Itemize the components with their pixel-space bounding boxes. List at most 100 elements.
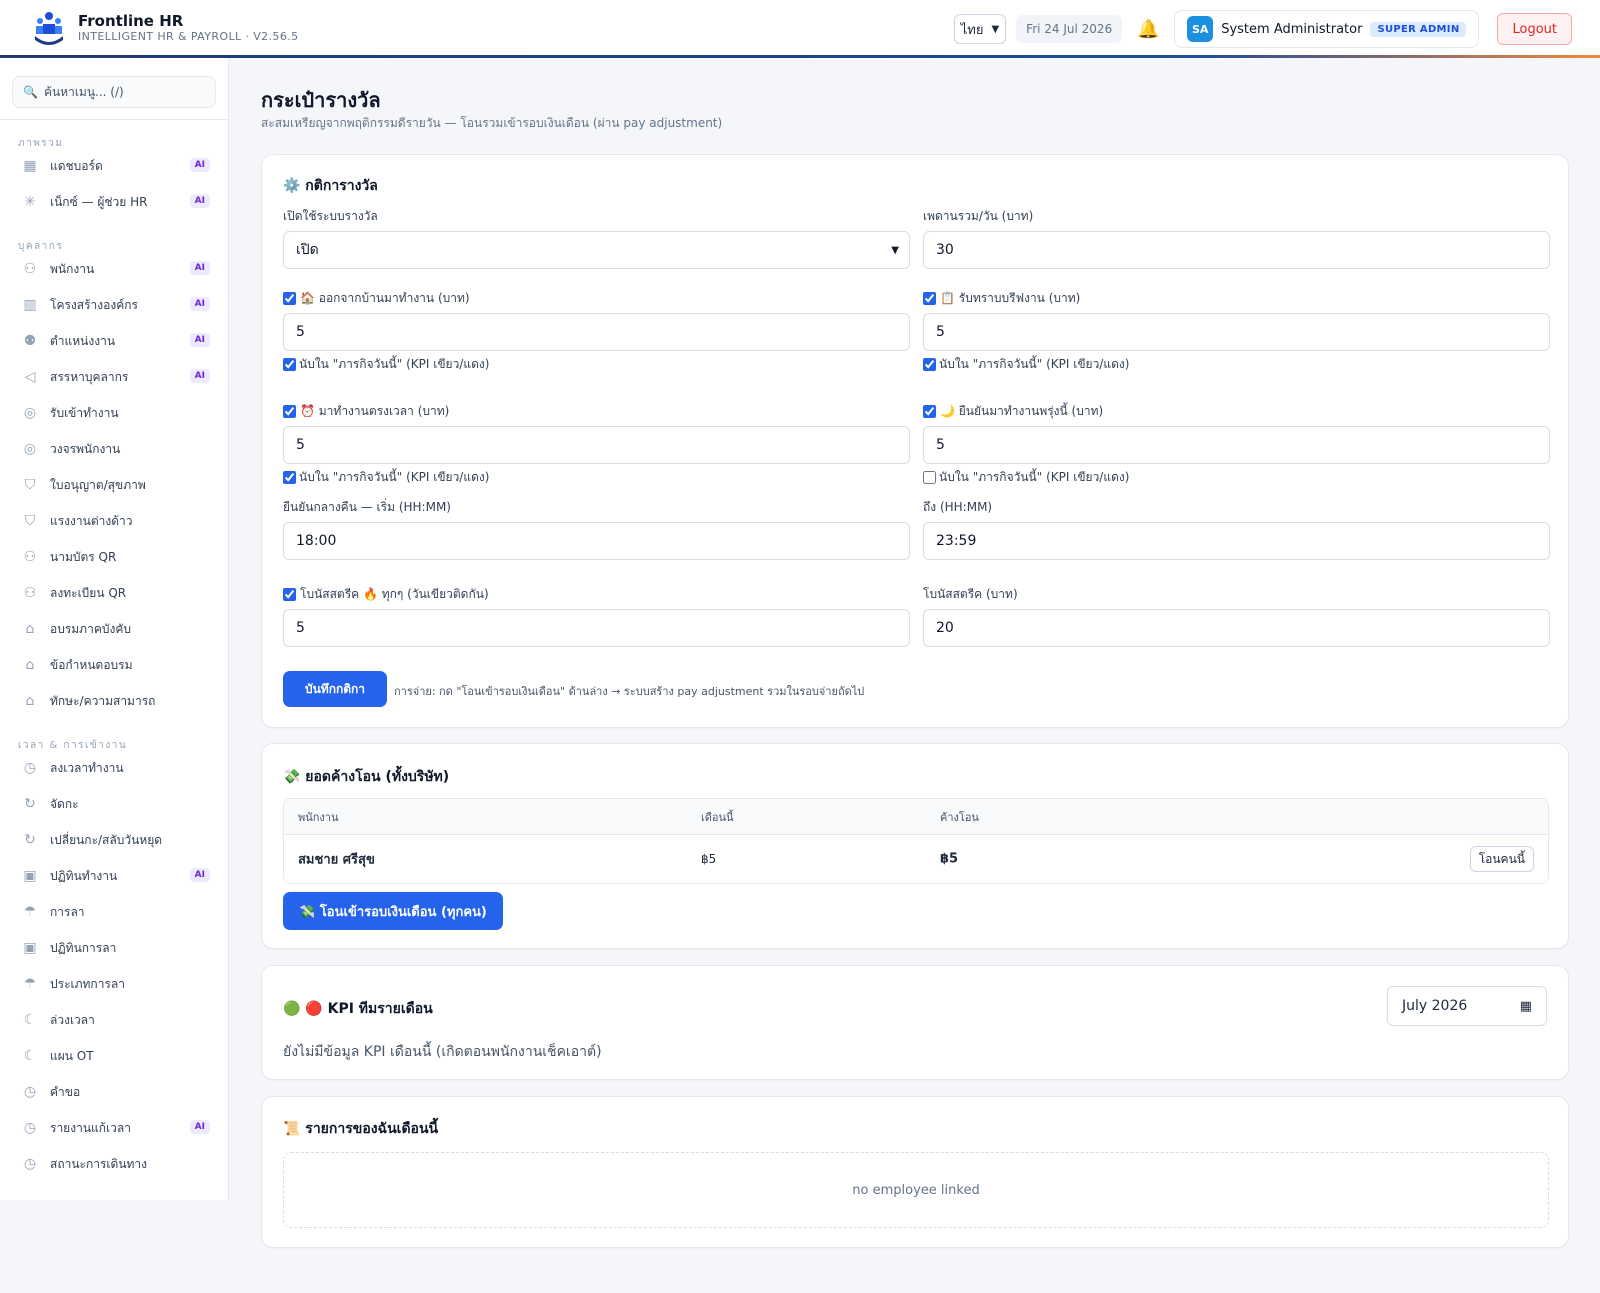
sidebar-item[interactable]: ▥ โครงสร้างองค์กร AI [0,287,228,323]
sidebar-item[interactable]: ◷ ลงเวลาทำงาน [0,750,228,786]
kpi-count-label: นับใน "ภารกิจวันนี้" (KPI เขียว/แดง) [299,356,490,371]
sidebar-item[interactable]: ⚇ นามบัตร QR [0,539,228,575]
ontime-input[interactable]: 5 [283,426,910,464]
umbrella-icon: ☂ [23,976,37,992]
clock-icon: ◷ [23,1156,37,1172]
sidebar-item[interactable]: ▣ ปฏิทินทำงาน AI [0,858,228,894]
sidebar-item[interactable]: ⚇ พนักงาน AI [0,251,228,287]
sidebar-item[interactable]: ⌂ ข้อกำหนดอบรม [0,647,228,683]
date-chip: Fri 24 Jul 2026 [1016,15,1123,43]
graduation-cap-icon: ⌂ [25,657,35,673]
grid-icon: ▦ [23,158,37,174]
sidebar-divider [0,119,228,120]
sidebar-section-title: ภาพรวม [18,138,64,149]
confirm-tomorrow-kpi-checkbox[interactable] [923,470,936,484]
sidebar-item[interactable]: ▦ แดชบอร์ด AI [0,148,228,184]
ontime-checkbox[interactable] [283,404,296,418]
confirm-tomorrow-input[interactable]: 5 [923,426,1550,464]
streak-checkbox[interactable] [283,587,296,601]
streak-every-input[interactable]: 5 [283,609,910,647]
sidebar-item[interactable]: ▣ ปฏิทินการลา [0,930,228,966]
sidebar-item[interactable]: ◎ วงจรพนักงาน [0,431,228,467]
sidebar-item-label: แผน OT [50,1048,94,1063]
enable-field: เปิดใช้ระบบรางวัล เปิด ▼ [283,207,910,269]
column-month: เดือนนี้ [701,810,734,824]
confirm-tomorrow-checkbox[interactable] [923,404,936,418]
ai-badge: AI [189,194,210,208]
sidebar-item-label: สถานะการเดินทาง [50,1156,148,1171]
calendar-icon: ▣ [23,940,37,956]
column-pending: ค้างโอน [940,810,979,824]
briefing-label: 📋 รับทราบบรีฟงาน (บาท) [940,290,1081,305]
streak-bonus-label: โบนัสสตรีค (บาท) [923,586,1018,601]
sidebar-item[interactable]: ◷ รายงานแก้เวลา AI [0,1110,228,1146]
sidebar-item[interactable]: ☾ ล่วงเวลา [0,1002,228,1038]
ontime-field: ⏰ มาทำงานตรงเวลา (บาท) 5 นับใน "ภารกิจวั… [283,402,910,484]
chevron-down-icon: ▼ [991,23,1000,35]
sidebar-item[interactable]: ⚇ ลงทะเบียน QR [0,575,228,611]
sidebar-item[interactable]: ⌂ ทักษะ/ความสามารถ [0,683,228,719]
employee-name: สมชาย ศรีสุข [298,852,375,868]
cap-input[interactable]: 30 [923,231,1550,269]
night-end-label: ถึง (HH:MM) [923,499,993,514]
confirm-tomorrow-label: 🌙 ยืนยันมาทำงานพรุ่งนี้ (บาท) [940,403,1104,418]
streak-bonus-input[interactable]: 20 [923,609,1550,647]
ontime-kpi-checkbox[interactable] [283,470,296,484]
sidebar-item[interactable]: ☂ ประเภทการลา [0,966,228,1002]
sidebar-item[interactable]: ✳ เน็กซ์ — ผู้ช่วย HR AI [0,184,228,220]
bell-icon[interactable]: 🔔 [1132,13,1164,45]
sidebar-item-label: เน็กซ์ — ผู้ช่วย HR [50,194,148,209]
sidebar-item[interactable]: ◷ สถานะการเดินทาง [0,1146,228,1182]
frontline-logo [35,12,63,45]
sidebar-item-label: ล่วงเวลา [50,1012,95,1027]
sidebar-item[interactable]: ⛉ แรงงานต่างด้าว [0,503,228,539]
pending-table: พนักงาน เดือนนี้ ค้างโอน สมชาย ศรีสุข ฿5… [283,798,1549,884]
transfer-one-button[interactable]: โอนคนนี้ [1469,846,1534,872]
sidebar-item[interactable]: ◷ คำขอ [0,1074,228,1110]
night-start-input[interactable]: 18:00 [283,522,910,560]
sidebar-section-title: บุคลากร [18,241,64,252]
save-rules-button[interactable]: บันทึกกติกา [283,671,387,707]
page-title: กระเป๋ารางวัล [261,88,381,112]
my-items-empty: no employee linked [283,1152,1549,1228]
ai-badge: AI [189,297,210,311]
sidebar-item[interactable]: ⚉ ตำแหน่งงาน AI [0,323,228,359]
calendar-icon: ▦ [1519,998,1532,1014]
sidebar-item[interactable]: ↻ เปลี่ยนกะ/สลับวันหยุด [0,822,228,858]
enable-select[interactable]: เปิด ▼ [283,231,910,269]
sidebar-item[interactable]: ↻ จัดกะ [0,786,228,822]
leave-home-kpi-checkbox[interactable] [283,357,296,371]
menu-search-input[interactable]: 🔍 ค้นหาเมนู... (/) [12,76,216,108]
ai-badge: AI [189,1120,210,1134]
sidebar-item[interactable]: ◎ รับเข้าทำงาน [0,395,228,431]
briefing-checkbox[interactable] [923,291,936,305]
sidebar-item[interactable]: ⛉ ใบอนุญาต/สุขภาพ [0,467,228,503]
leave-home-checkbox[interactable] [283,291,296,305]
streak-every-label: โบนัสสตรีค 🔥 ทุกๆ (วันเขียวติดกัน) [300,586,489,601]
building-icon: ▥ [23,297,37,313]
sidebar-item[interactable]: ☂ การลา [0,894,228,930]
night-end-input[interactable]: 23:59 [923,522,1550,560]
users-icon: ⚇ [23,549,37,565]
briefing-input[interactable]: 5 [923,313,1550,351]
calendar-icon: ▣ [23,868,37,884]
month-picker[interactable]: July 2026 ▦ [1387,986,1547,1026]
briefing-kpi-checkbox[interactable] [923,357,936,371]
sidebar-item[interactable]: ⌂ อบรมภาคบังคับ [0,611,228,647]
logout-button[interactable]: Logout [1497,13,1572,45]
header-accent-strip [0,55,1600,58]
confirm-tomorrow-field: 🌙 ยืนยันมาทำงานพรุ่งนี้ (บาท) 5 นับใน "ภ… [923,402,1550,484]
clock-icon: ◷ [23,1084,37,1100]
top-bar: Frontline HR INTELLIGENT HR & PAYROLL · … [0,0,1600,58]
sidebar-item-label: ใบอนุญาต/สุขภาพ [50,477,146,492]
user-menu[interactable]: SA System Administrator SUPER ADMIN [1174,10,1480,48]
sidebar-item-label: รับเข้าทำงาน [50,405,119,420]
language-select[interactable]: ไทย ▼ [953,14,1007,44]
user-name: System Administrator [1221,21,1363,37]
brand[interactable]: Frontline HR INTELLIGENT HR & PAYROLL · … [32,10,299,46]
sidebar: 🔍 ค้นหาเมนู... (/) ภาพรวม ▦ แดชบอร์ด AI ✳ เน็… [0,58,229,1200]
sidebar-item[interactable]: ◁ สรรหาบุคลากร AI [0,359,228,395]
leave-home-input[interactable]: 5 [283,313,910,351]
sidebar-item[interactable]: ☾ แผน OT [0,1038,228,1074]
transfer-all-button[interactable]: 💸 โอนเข้ารอบเงินเดือน (ทุกคน) [283,892,503,930]
